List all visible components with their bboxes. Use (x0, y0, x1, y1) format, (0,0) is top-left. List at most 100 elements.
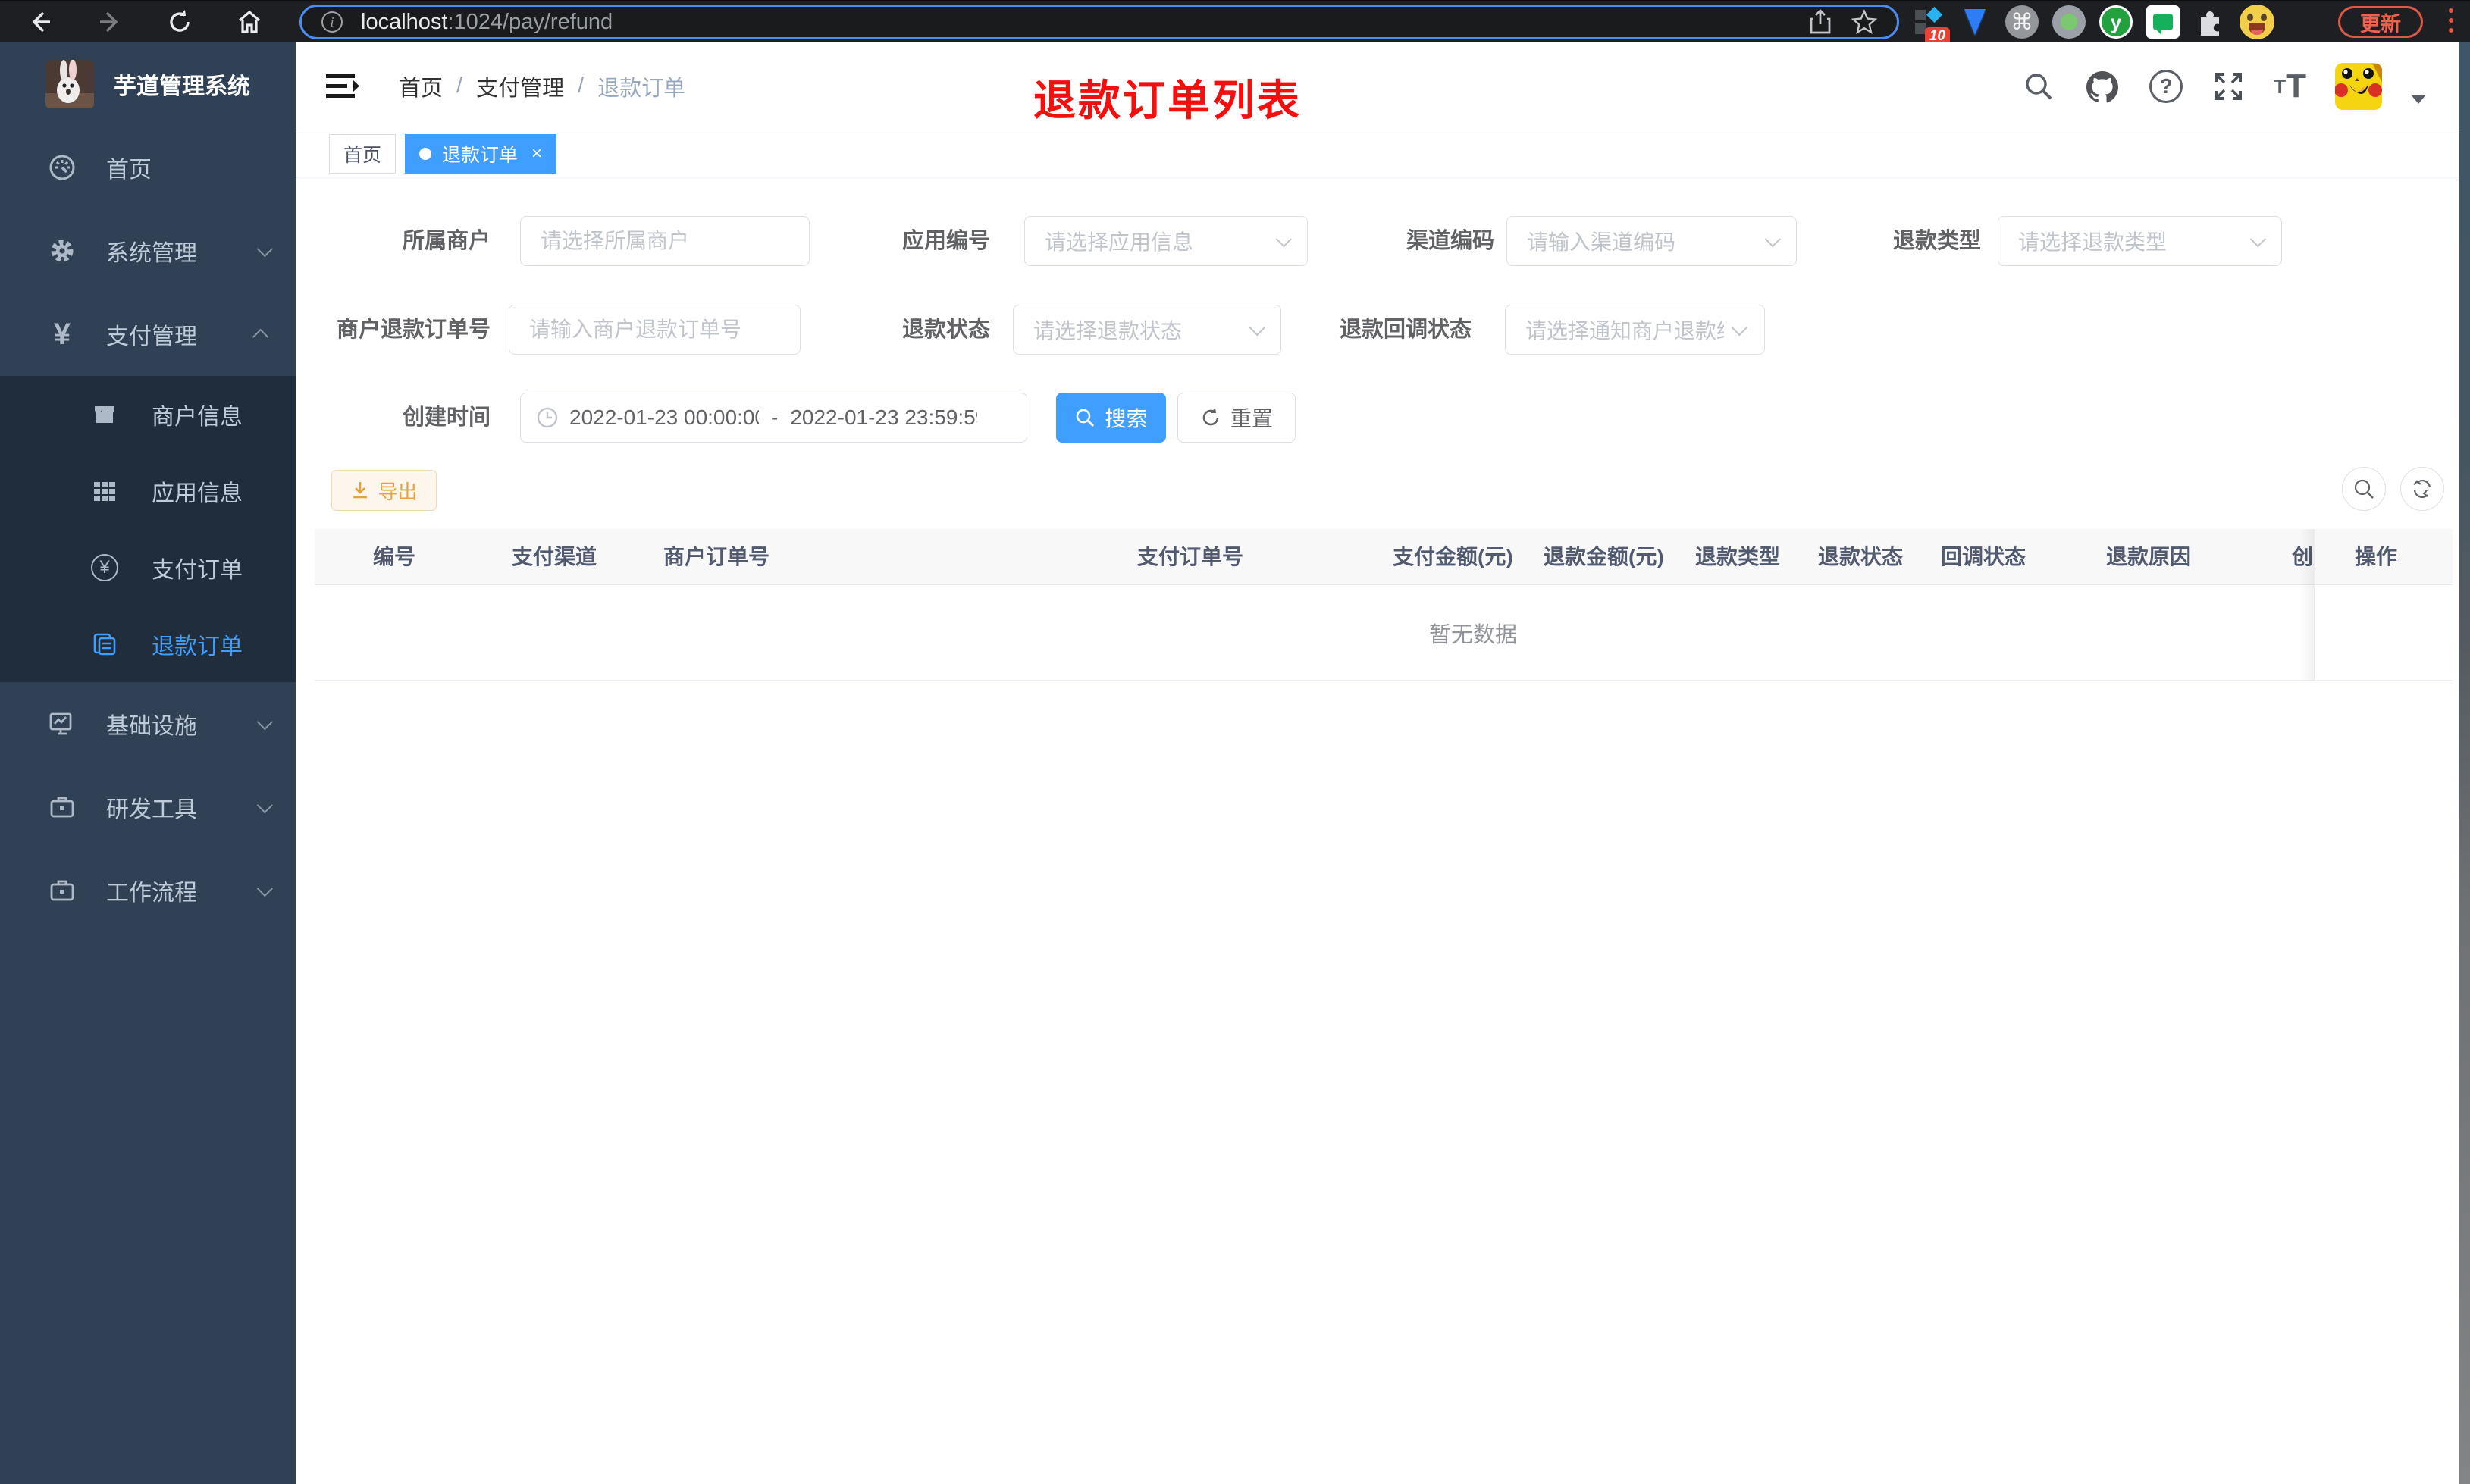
app-select[interactable]: 请选择应用信息 (1024, 216, 1308, 266)
font-size-icon[interactable]: TT (2274, 69, 2306, 103)
chevron-down-icon (1731, 319, 1747, 336)
pay-order-icon: ¥ (89, 553, 120, 581)
search-icon[interactable] (2022, 70, 2055, 103)
collapse-sidebar-icon[interactable] (323, 70, 361, 103)
refund-list-page: 所属商户 应用编号 请选择应用信息 渠道编码 请输入渠道编码 退款类型 请选择退… (296, 177, 2459, 1484)
refund-type-select[interactable]: 请选择退款类型 (1998, 216, 2282, 266)
dashboard-icon (45, 154, 79, 181)
table-body: 暂无数据 (315, 585, 2453, 681)
gear-icon (45, 237, 79, 265)
table-header-row: 编号 支付渠道 商户订单号 支付订单号 支付金额(元) 退款金额(元) 退款类型… (315, 529, 2453, 585)
main-area: 首页 / 支付管理 / 退款订单 退款订单列表 ? TT 首页 退款订单 × 所… (296, 42, 2459, 1484)
sidebar-item-pay[interactable]: ¥ 支付管理 (0, 293, 296, 376)
search-button[interactable]: 搜索 (1056, 393, 1166, 443)
create-time-label: 创建时间 (402, 405, 491, 430)
active-tab-dot (419, 147, 432, 160)
sidebar-item-pay-order[interactable]: ¥ 支付订单 (0, 529, 296, 606)
refund-status-select[interactable]: 请选择退款状态 (1013, 305, 1281, 355)
puzzle-extensions-icon[interactable] (2193, 5, 2227, 39)
notify-status-select[interactable]: 请选择通知商户退款结果 (1505, 305, 1765, 355)
briefcase-icon (45, 877, 79, 904)
sidebar-item-system[interactable]: 系统管理 (0, 209, 296, 293)
chat-extension-icon[interactable] (2146, 5, 2180, 39)
top-navbar: 首页 / 支付管理 / 退款订单 退款订单列表 ? TT (296, 42, 2459, 130)
browser-toolbar: i localhost:1024/pay/refund 10 ⌘ y 更新 (0, 0, 2470, 45)
browser-reload-icon[interactable] (167, 9, 193, 35)
fullscreen-icon[interactable] (2211, 70, 2245, 103)
recorder-extension-icon[interactable] (2052, 5, 2086, 39)
command-extension-icon[interactable]: ⌘ (2005, 5, 2039, 39)
col-refund-amount: 退款金额(元) (1544, 545, 1664, 568)
github-icon[interactable] (2084, 69, 2121, 104)
chevron-down-icon (1764, 230, 1781, 247)
tampermonkey-extension-icon[interactable]: 10 (1910, 5, 1950, 45)
breadcrumb-home[interactable]: 首页 (399, 70, 443, 102)
sidebar-item-infra[interactable]: 基础设施 (0, 682, 296, 765)
close-icon[interactable]: × (531, 144, 542, 163)
merchant-input-field[interactable] (541, 229, 789, 253)
col-refund-type: 退款类型 (1695, 545, 1781, 568)
export-button[interactable]: 导出 (331, 470, 437, 511)
col-pay-amount: 支付金额(元) (1393, 545, 1513, 568)
sidebar-item-merchant-info[interactable]: 商户信息 (0, 376, 296, 452)
grid-icon (89, 479, 120, 503)
y-extension-icon[interactable]: y (2099, 5, 2133, 39)
show-search-icon-button[interactable] (2342, 467, 2386, 511)
address-bar[interactable]: i localhost:1024/pay/refund (299, 5, 1899, 39)
page-annotation-title: 退款订单列表 (1033, 77, 1302, 124)
sidebar-item-app-info[interactable]: 应用信息 (0, 452, 296, 529)
chevron-down-icon (2249, 230, 2266, 247)
sidebar-item-refund-order[interactable]: 退款订单 (0, 606, 296, 682)
channel-select[interactable]: 请输入渠道编码 (1506, 216, 1797, 266)
user-avatar[interactable] (2335, 62, 2382, 110)
fixed-column-shadow (2299, 529, 2314, 681)
chevron-down-icon (256, 797, 273, 813)
merchant-refund-no-input-field[interactable] (529, 318, 780, 342)
app-logo-rabbit-avatar (45, 60, 94, 108)
browser-update-button[interactable]: 更新 (2338, 6, 2423, 38)
app-label: 应用编号 (901, 229, 990, 253)
browser-menu-icon[interactable] (2449, 8, 2453, 33)
sidebar-item-home[interactable]: 首页 (0, 126, 296, 209)
sidebar-item-workflow[interactable]: 工作流程 (0, 849, 296, 932)
url-text: localhost:1024/pay/refund (361, 9, 613, 34)
refund-type-label: 退款类型 (1892, 229, 1981, 253)
user-menu-caret-icon[interactable] (2411, 94, 2426, 104)
help-icon[interactable]: ? (2149, 69, 2183, 103)
tab-home[interactable]: 首页 (329, 133, 397, 174)
briefcase-icon (45, 794, 79, 821)
col-refund-reason: 退款原因 (2106, 545, 2192, 568)
breadcrumb-pay[interactable]: 支付管理 (476, 70, 564, 102)
profile-emoji-icon[interactable] (2240, 5, 2274, 39)
refresh-table-icon-button[interactable] (2400, 467, 2444, 511)
pay-submenu: 商户信息 应用信息 ¥ 支付订单 退款订单 (0, 376, 296, 682)
clock-icon (536, 406, 559, 429)
reset-button[interactable]: 重置 (1177, 393, 1296, 443)
channel-label: 渠道编码 (1406, 229, 1494, 253)
monitor-icon (45, 710, 79, 737)
browser-back-icon[interactable] (27, 9, 53, 35)
site-info-icon[interactable]: i (321, 11, 343, 33)
col-id: 编号 (373, 545, 416, 568)
merchant-refund-no-input[interactable] (509, 305, 801, 355)
app-logo-row[interactable]: 芋道管理系统 (0, 42, 296, 126)
share-icon[interactable] (1809, 9, 1832, 35)
browser-home-icon[interactable] (237, 9, 262, 35)
breadcrumb: 首页 / 支付管理 / 退款订单 (399, 70, 685, 102)
browser-forward-icon[interactable] (97, 9, 123, 35)
col-merchant-order-no: 商户订单号 (663, 545, 770, 568)
chevron-down-icon (1249, 319, 1265, 336)
date-start-value[interactable]: 2022-01-23 00:00:00 (569, 405, 759, 430)
background-window-edge (2459, 42, 2470, 1484)
merchant-input[interactable] (520, 216, 810, 266)
date-end-value[interactable]: 2022-01-23 23:59:59 (790, 405, 977, 430)
merchant-refund-no-label: 商户退款订单号 (336, 318, 491, 342)
refund-status-label: 退款状态 (901, 318, 990, 342)
bookmark-star-icon[interactable] (1851, 9, 1877, 35)
kite-extension-icon[interactable] (1958, 5, 1992, 39)
tab-refund-order[interactable]: 退款订单 × (405, 133, 557, 174)
fixed-column-divider (2314, 529, 2315, 681)
app-title: 芋道管理系统 (114, 74, 250, 99)
sidebar-item-dev-tools[interactable]: 研发工具 (0, 765, 296, 849)
create-time-range-picker[interactable]: 2022-01-23 00:00:00 - 2022-01-23 23:59:5… (520, 393, 1027, 443)
